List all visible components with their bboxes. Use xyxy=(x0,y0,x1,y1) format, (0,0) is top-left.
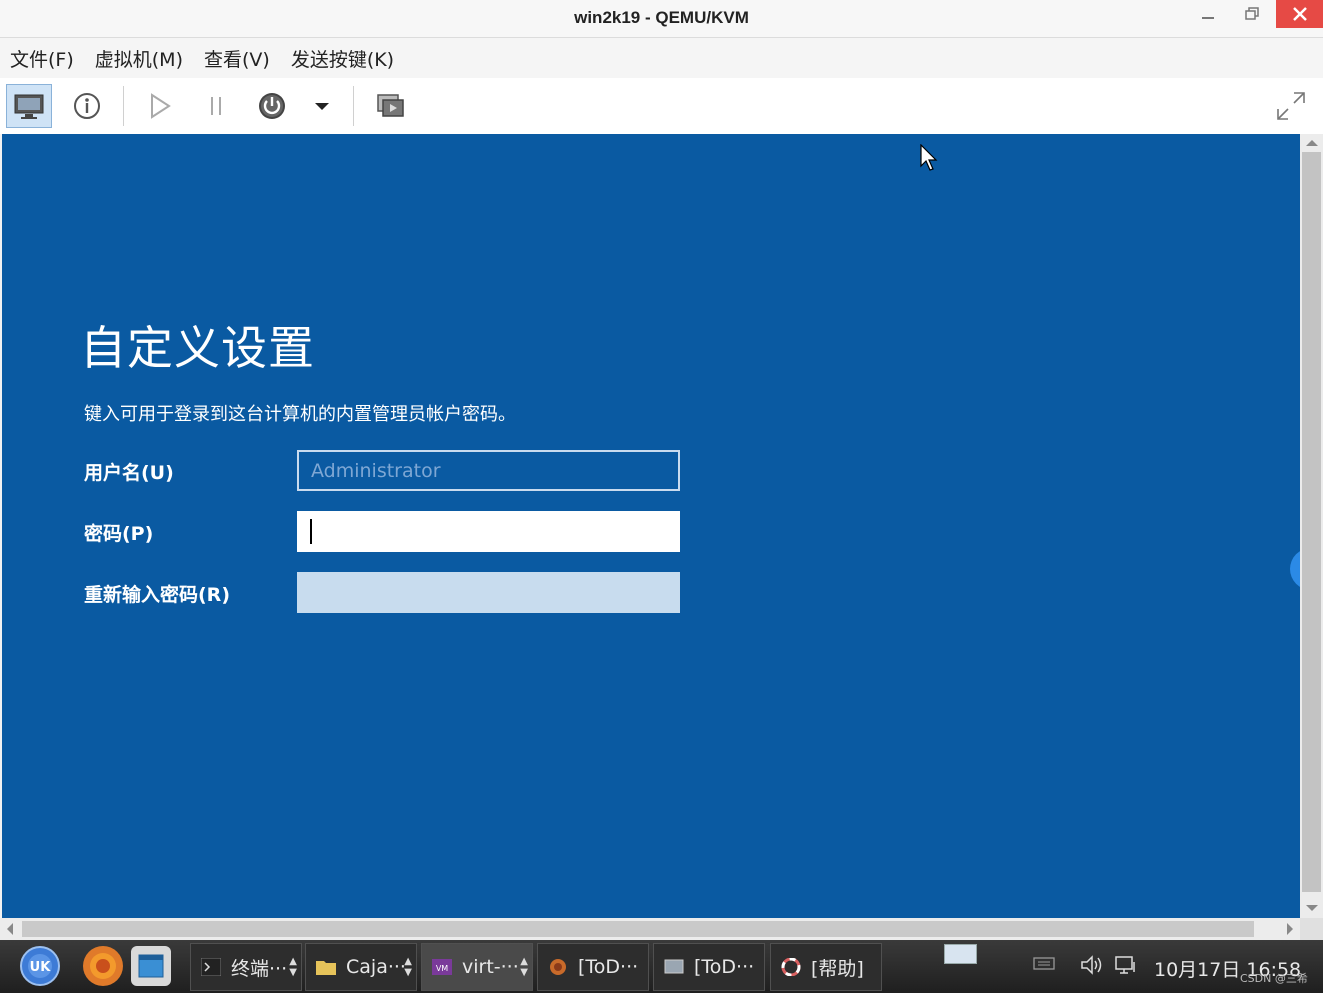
menu-view[interactable]: 查看(V) xyxy=(204,45,270,72)
restore-button[interactable] xyxy=(1230,0,1274,28)
reenter-password-field[interactable] xyxy=(297,572,680,613)
menu-file[interactable]: 文件(F) xyxy=(10,45,74,72)
vm-icon: VM xyxy=(432,959,452,975)
taskbar-item-caja[interactable]: Caja··· ▲ ▼ xyxy=(305,943,417,991)
scroll-up-icon xyxy=(1306,140,1318,146)
setup-description: 键入可用于登录到这台计算机的内置管理员帐户密码。 xyxy=(84,404,516,425)
info-icon xyxy=(74,93,100,119)
details-button[interactable] xyxy=(64,84,110,128)
svg-text:VM: VM xyxy=(436,964,448,973)
taskbar-item-todo-1[interactable]: [ToD··· xyxy=(537,943,649,991)
reenter-password-label: 重新输入密码(R) xyxy=(84,584,230,606)
folder-icon xyxy=(316,961,336,975)
browser-launcher[interactable] xyxy=(83,946,123,986)
keyboard-icon[interactable] xyxy=(1033,954,1055,972)
username-field[interactable] xyxy=(297,450,680,491)
menu-vm[interactable]: 虚拟机(M) xyxy=(95,45,183,72)
menu-bar: 文件(F) 虚拟机(M) 查看(V) 发送按键(K) xyxy=(0,38,1323,78)
window-icon xyxy=(664,959,684,974)
horizontal-scrollbar[interactable] xyxy=(0,918,1300,940)
workspace-switcher[interactable] xyxy=(944,944,977,964)
title-bar: win2k19 - QEMU/KVM xyxy=(0,0,1323,38)
taskbar-item-todo-2[interactable]: [ToD··· xyxy=(653,943,765,991)
scroll-left-icon xyxy=(7,923,13,935)
toolbar-separator xyxy=(353,86,354,126)
start-menu-button[interactable]: UK xyxy=(20,946,60,986)
task-arrows-icon: ▲ ▼ xyxy=(289,956,297,978)
taskbar-item-label: virt-··· xyxy=(462,956,519,978)
scroll-down-icon xyxy=(1306,905,1318,911)
svg-text:UK: UK xyxy=(30,960,52,975)
play-icon xyxy=(151,93,171,119)
snapshots-button[interactable] xyxy=(368,84,414,128)
vm-display[interactable]: 自定义设置 键入可用于登录到这台计算机的内置管理员帐户密码。 用户名(U) 密码… xyxy=(2,134,1300,918)
restore-icon xyxy=(1245,7,1259,20)
pause-icon xyxy=(211,97,221,115)
power-icon xyxy=(259,93,285,119)
window-manager-icon xyxy=(138,954,164,978)
close-icon xyxy=(1292,7,1307,21)
file-manager-launcher[interactable] xyxy=(131,946,171,986)
taskbar-item-label: [帮助] xyxy=(811,957,864,980)
toolbar-separator xyxy=(123,86,124,126)
taskbar-item-label: 终端··· xyxy=(231,957,288,980)
page-title: 自定义设置 xyxy=(80,321,315,375)
taskbar-item-terminal[interactable]: 终端··· ▲ ▼ xyxy=(190,943,302,991)
task-arrows-icon: ▲ ▼ xyxy=(520,956,528,978)
menu-send-key[interactable]: 发送按键(K) xyxy=(291,45,394,72)
volume-icon[interactable] xyxy=(1080,954,1104,976)
taskbar-item-help[interactable]: [帮助] xyxy=(770,943,882,991)
firefox-icon xyxy=(90,953,116,979)
fullscreen-button[interactable] xyxy=(1268,84,1314,128)
taskbar-item-label: [ToD··· xyxy=(578,956,639,978)
text-caret xyxy=(310,519,312,544)
screen: win2k19 - QEMU/KVM 文件(F) 虚拟机(M) 查看(V) 发送… xyxy=(0,0,1323,993)
terminal-icon xyxy=(201,958,221,976)
close-button[interactable] xyxy=(1276,0,1323,28)
taskbar-item-virt-manager[interactable]: VM virt-··· ▲ ▼ xyxy=(421,943,533,991)
dropdown-icon xyxy=(315,103,329,110)
minimize-icon xyxy=(1202,17,1214,19)
shutdown-menu-button[interactable] xyxy=(300,84,344,128)
minimize-button[interactable] xyxy=(1186,0,1230,28)
fullscreen-icon xyxy=(1277,92,1305,120)
run-button[interactable] xyxy=(137,84,183,128)
scrollbar-corner xyxy=(1300,918,1323,940)
mouse-pointer-icon xyxy=(920,143,940,176)
console-view-button[interactable] xyxy=(6,84,52,128)
watermark: CSDN @三希 xyxy=(1240,972,1308,985)
vertical-scroll-thumb[interactable] xyxy=(1302,152,1321,892)
scroll-right-icon xyxy=(1287,923,1293,935)
password-field[interactable] xyxy=(297,511,680,552)
task-arrows-icon: ▲ ▼ xyxy=(404,956,412,978)
taskbar: UK 终端··· ▲ ▼ Caja··· ▲ ▼ VM virt-··· ▲ ▼ [T… xyxy=(0,940,1323,993)
pause-button[interactable] xyxy=(193,84,239,128)
monitor-icon xyxy=(14,94,44,119)
start-menu-icon: UK xyxy=(28,954,52,978)
taskbar-item-label: [ToD··· xyxy=(694,956,755,978)
screenshot-icon xyxy=(377,94,404,117)
taskbar-item-label: Caja··· xyxy=(346,956,406,978)
help-icon xyxy=(781,958,801,976)
toolbar xyxy=(0,78,1323,134)
horizontal-scroll-thumb[interactable] xyxy=(22,921,1254,937)
shutdown-button[interactable] xyxy=(249,84,295,128)
vertical-scrollbar[interactable] xyxy=(1300,134,1323,918)
app-icon xyxy=(550,959,566,975)
network-icon[interactable] xyxy=(1114,954,1138,976)
password-label: 密码(P) xyxy=(84,523,154,545)
window-title: win2k19 - QEMU/KVM xyxy=(574,8,749,27)
username-label: 用户名(U) xyxy=(84,462,174,484)
